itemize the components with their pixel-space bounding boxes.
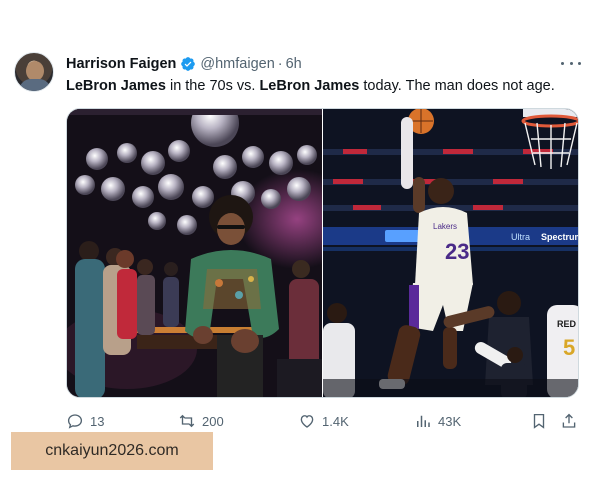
repost-icon — [179, 414, 195, 428]
bookmark-button[interactable] — [530, 410, 554, 432]
share-button[interactable] — [560, 410, 584, 432]
tweet-time[interactable]: 6h — [286, 56, 302, 72]
more-dot — [569, 61, 573, 65]
more-dot — [561, 61, 564, 65]
tweet-text-segment: today. The man does not age. — [359, 78, 555, 94]
jersey-brand: Lakers — [433, 222, 457, 231]
tweet-text-segment: in the 70s vs. — [165, 78, 260, 94]
watermark-banner: cnkaiyun2026.com — [11, 432, 213, 470]
media-image-disco[interactable] — [67, 109, 322, 397]
more-icon[interactable] — [561, 55, 581, 71]
watermark-text: cnkaiyun2026.com — [45, 442, 179, 459]
disco-scene — [67, 109, 322, 397]
reply-count: 13 — [90, 413, 105, 429]
verified-badge-icon — [181, 57, 196, 71]
reply-button[interactable]: 13 — [66, 410, 104, 432]
ribbon-brand: Spectrum — [541, 232, 578, 242]
share-icon — [562, 413, 576, 428]
repost-button[interactable]: 200 — [178, 410, 224, 432]
tweet: Harrison Faigen @hmfaigen · 6h LeBron Ja… — [0, 0, 600, 480]
author-name[interactable]: Harrison Faigen — [66, 56, 176, 72]
tweet-actions: 13 200 1.4K 43K — [66, 410, 581, 432]
rival-jersey-number: 5 — [563, 335, 575, 360]
views-button[interactable]: 43K — [414, 410, 461, 432]
ribbon-logo: Ultra — [511, 232, 530, 242]
tweet-text: LeBron James in the 70s vs. LeBron James… — [66, 77, 555, 95]
media-image-dunk[interactable]: Ultra Spectrum — [323, 109, 578, 397]
repost-count: 200 — [202, 413, 224, 429]
like-button[interactable]: 1.4K — [298, 410, 349, 432]
more-dot — [578, 61, 581, 65]
tweet-text-segment[interactable]: LeBron James — [259, 78, 359, 94]
tweet-text-segment[interactable]: LeBron James — [66, 78, 166, 94]
like-icon — [300, 415, 314, 428]
avatar[interactable] — [14, 52, 54, 92]
reply-icon — [67, 414, 83, 429]
separator-dot: · — [277, 56, 283, 72]
avatar-face — [26, 61, 44, 81]
bookmark-icon — [533, 413, 545, 429]
avatar-shirt — [19, 79, 51, 91]
like-count: 1.4K — [322, 413, 349, 429]
tweet-header: Harrison Faigen @hmfaigen · 6h — [66, 55, 302, 73]
views-icon — [417, 415, 430, 427]
dunk-scene: Ultra Spectrum — [323, 109, 578, 397]
views-count: 43K — [438, 413, 462, 429]
rival-jersey-name: RED — [557, 319, 577, 329]
author-handle[interactable]: @hmfaigen — [200, 56, 274, 72]
jersey-number: 23 — [445, 239, 469, 264]
media-grid: Ultra Spectrum — [66, 108, 579, 398]
